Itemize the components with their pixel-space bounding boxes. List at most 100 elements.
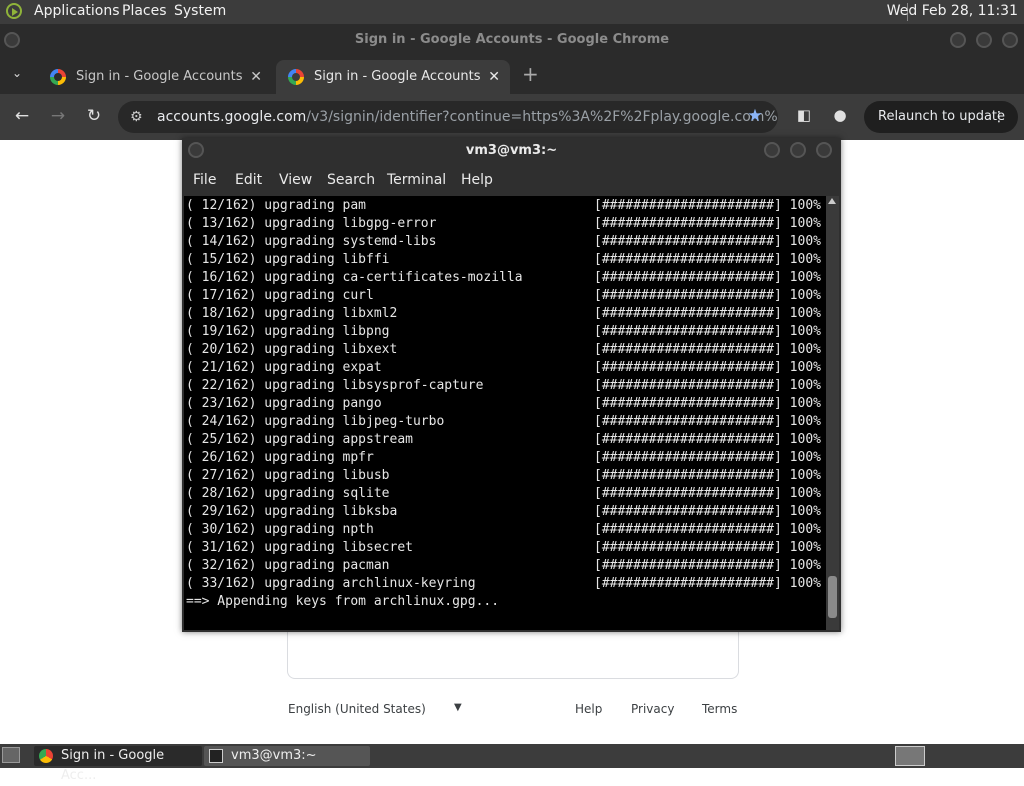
terminal-line-text: ( 24/162) upgrading libjpeg-turbo: [186, 414, 445, 429]
top-panel: Applications Places System Wed Feb 28, 1…: [0, 0, 1024, 24]
reload-icon[interactable]: ↻: [83, 106, 105, 126]
menu-terminal[interactable]: Terminal: [387, 172, 446, 188]
system-menu[interactable]: System: [174, 3, 226, 19]
side-panel-icon[interactable]: ◧: [793, 106, 815, 124]
show-desktop-icon[interactable]: [2, 747, 20, 763]
terminal-line-text: ( 15/162) upgrading libffi: [186, 252, 390, 267]
tab-google-signin-1[interactable]: Sign in - Google Accounts ✕: [38, 60, 272, 94]
terminal-line: ( 28/162) upgrading sqlite [#############…: [186, 485, 821, 503]
forward-icon[interactable]: →: [47, 106, 69, 126]
taskbar-terminal-button[interactable]: vm3@vm3:~: [204, 746, 370, 766]
menu-edit[interactable]: Edit: [235, 172, 262, 188]
distro-logo-icon[interactable]: [6, 3, 22, 19]
tab-google-signin-2[interactable]: Sign in - Google Accounts ✕: [276, 60, 510, 94]
terminal-line-text: ( 30/162) upgrading npth: [186, 522, 374, 537]
footer-help-link[interactable]: Help: [575, 702, 602, 716]
terminal-window-menu-icon[interactable]: [188, 142, 204, 158]
progress-bar-text: [######################] 100%: [594, 324, 821, 339]
close-tab-icon[interactable]: ✕: [250, 60, 262, 94]
progress-bar-text: [######################] 100%: [594, 486, 821, 501]
progress-bar-text: [######################] 100%: [594, 360, 821, 375]
progress-bar-text: [######################] 100%: [594, 306, 821, 321]
menu-search[interactable]: Search: [327, 172, 375, 188]
terminal-line-text: ( 23/162) upgrading pango: [186, 396, 382, 411]
terminal-maximize-icon[interactable]: [790, 142, 806, 158]
site-info-icon[interactable]: ⚙: [130, 101, 143, 133]
window-menu-icon[interactable]: [4, 32, 20, 48]
terminal-line-text: ( 14/162) upgrading systemd-libs: [186, 234, 437, 249]
new-tab-button[interactable]: +: [522, 62, 539, 86]
terminal-line-text: ( 25/162) upgrading appstream: [186, 432, 413, 447]
bottom-taskbar: Sign in - Google Acc... vm3@vm3:~: [0, 744, 1024, 783]
progress-bar-text: [######################] 100%: [594, 468, 821, 483]
more-menu-icon[interactable]: ⋮: [992, 101, 1006, 133]
terminal-line-text: ( 26/162) upgrading mpfr: [186, 450, 374, 465]
footer-privacy-link[interactable]: Privacy: [631, 702, 674, 716]
terminal-line: ( 29/162) upgrading libksba [############…: [186, 503, 821, 521]
terminal-line-text: ( 20/162) upgrading libxext: [186, 342, 398, 357]
places-menu[interactable]: Places: [122, 3, 167, 19]
url-path: /v3/signin/identifier?continue=https%3A%…: [306, 109, 778, 125]
relaunch-to-update-button[interactable]: Relaunch to update ⋮: [864, 101, 1018, 133]
applications-menu[interactable]: Applications: [34, 3, 120, 19]
scrollbar-thumb[interactable]: [828, 576, 837, 618]
terminal-line: ( 24/162) upgrading libjpeg-turbo [######…: [186, 413, 821, 431]
terminal-line-text: ( 13/162) upgrading libgpg-error: [186, 216, 437, 231]
terminal-line: ( 23/162) upgrading pango [##############…: [186, 395, 821, 413]
bookmark-star-icon[interactable]: ★: [744, 106, 766, 126]
language-selector[interactable]: English (United States): [288, 702, 426, 716]
terminal-line: ( 25/162) upgrading appstream [##########…: [186, 431, 821, 449]
terminal-line: ( 20/162) upgrading libxext [############…: [186, 341, 821, 359]
browser-toolbar: ← → ↻ ⚙ accounts.google.com/v3/signin/id…: [0, 94, 1024, 140]
close-window-icon[interactable]: [1002, 32, 1018, 48]
terminal-line: ( 13/162) upgrading libgpg-error [#######…: [186, 215, 821, 233]
terminal-line-text: ( 28/162) upgrading sqlite: [186, 486, 390, 501]
progress-bar-text: [######################] 100%: [594, 198, 821, 213]
workspace-switcher[interactable]: [895, 746, 925, 766]
minimize-icon[interactable]: [950, 32, 966, 48]
menu-file[interactable]: File: [193, 172, 216, 188]
menu-view[interactable]: View: [279, 172, 312, 188]
progress-bar-text: [######################] 100%: [594, 342, 821, 357]
terminal-window[interactable]: vm3@vm3:~ File Edit View Search Terminal…: [182, 138, 841, 632]
progress-bar-text: [######################] 100%: [594, 270, 821, 285]
terminal-line-text: ( 16/162) upgrading ca-certificates-mozi…: [186, 270, 523, 285]
taskbar-terminal-label: vm3@vm3:~: [231, 748, 317, 763]
progress-bar-text: [######################] 100%: [594, 540, 821, 555]
maximize-icon[interactable]: [976, 32, 992, 48]
tab-strip: ⌄ Sign in - Google Accounts ✕ Sign in - …: [0, 56, 1024, 94]
url-host: accounts.google.com: [157, 109, 307, 125]
terminal-menubar: File Edit View Search Terminal Help: [182, 168, 841, 194]
profile-icon[interactable]: ●: [829, 106, 851, 124]
relaunch-label: Relaunch to update: [878, 109, 1006, 124]
back-icon[interactable]: ←: [11, 106, 33, 126]
tab-search-chevron-icon[interactable]: ⌄: [12, 66, 22, 80]
progress-bar-text: [######################] 100%: [594, 378, 821, 393]
progress-bar-text: [######################] 100%: [594, 450, 821, 465]
terminal-title-bar[interactable]: vm3@vm3:~: [182, 138, 841, 164]
terminal-line-text: ( 22/162) upgrading libsysprof-capture: [186, 378, 484, 393]
terminal-line: ==> Appending keys from archlinux.gpg...: [186, 593, 499, 611]
close-tab-icon[interactable]: ✕: [488, 60, 500, 94]
footer-terms-link[interactable]: Terms: [702, 702, 737, 716]
taskbar-chrome-button[interactable]: Sign in - Google Acc...: [34, 746, 202, 783]
tab-label: Sign in - Google Accounts: [314, 69, 481, 84]
terminal-line: ( 12/162) upgrading pam [################…: [186, 197, 821, 215]
terminal-scrollbar[interactable]: [826, 196, 839, 630]
progress-bar-text: [######################] 100%: [594, 252, 821, 267]
google-favicon-icon: [288, 69, 304, 85]
terminal-line-text: ( 31/162) upgrading libsecret: [186, 540, 413, 555]
scroll-up-arrow-icon[interactable]: [828, 198, 836, 204]
address-bar[interactable]: ⚙ accounts.google.com/v3/signin/identifi…: [118, 101, 778, 133]
language-dropdown-icon[interactable]: ▼: [454, 702, 462, 713]
terminal-line-text: ==> Appending keys from archlinux.gpg...: [186, 594, 500, 609]
terminal-minimize-icon[interactable]: [764, 142, 780, 158]
menu-help[interactable]: Help: [461, 172, 493, 188]
terminal-close-icon[interactable]: [816, 142, 832, 158]
terminal-line: ( 19/162) upgrading libpng [#############…: [186, 323, 821, 341]
terminal-line: ( 21/162) upgrading expat [##############…: [186, 359, 821, 377]
chrome-window-title: Sign in - Google Accounts - Google Chrom…: [354, 32, 670, 47]
progress-bar-text: [######################] 100%: [594, 216, 821, 231]
clock[interactable]: Wed Feb 28, 11:31: [887, 3, 1018, 19]
terminal-output[interactable]: ( 12/162) upgrading pam [################…: [184, 196, 826, 630]
